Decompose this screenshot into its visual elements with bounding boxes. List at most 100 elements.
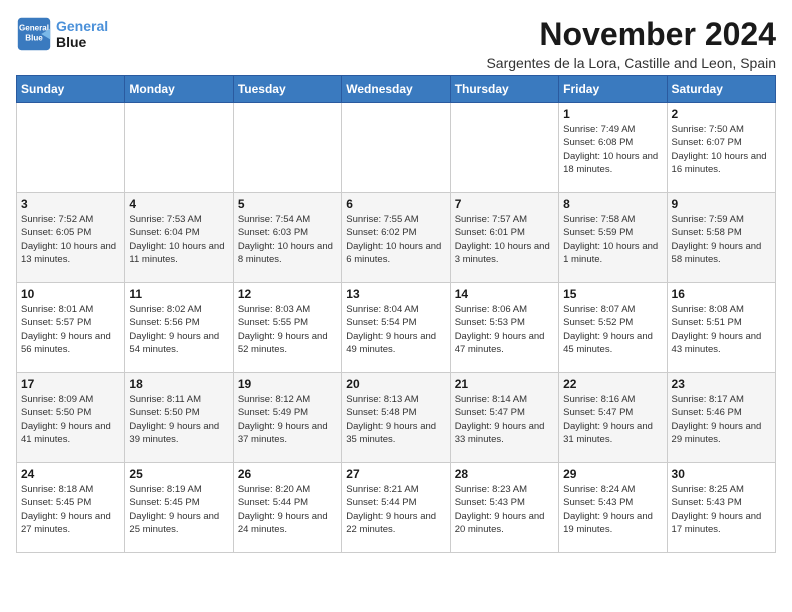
calendar-week-row: 24Sunrise: 8:18 AM Sunset: 5:45 PM Dayli… bbox=[17, 463, 776, 553]
day-info: Sunrise: 8:08 AM Sunset: 5:51 PM Dayligh… bbox=[672, 303, 771, 356]
calendar-cell: 6 Sunrise: 7:55 AM Sunset: 6:02 PM Daylig… bbox=[342, 193, 450, 283]
day-info: Sunrise: 8:01 AM Sunset: 5:57 PM Dayligh… bbox=[21, 303, 120, 356]
day-number: 26 bbox=[238, 467, 337, 481]
calendar-cell: 5 Sunrise: 7:54 AM Sunset: 6:03 PM Daylig… bbox=[233, 193, 341, 283]
calendar-cell: 4 Sunrise: 7:53 AM Sunset: 6:04 PM Daylig… bbox=[125, 193, 233, 283]
calendar-cell: 8 Sunrise: 7:58 AM Sunset: 5:59 PM Daylig… bbox=[559, 193, 667, 283]
day-info: Sunrise: 7:57 AM Sunset: 6:01 PM Dayligh… bbox=[455, 213, 554, 266]
calendar-cell bbox=[233, 103, 341, 193]
calendar-header-row: SundayMondayTuesdayWednesdayThursdayFrid… bbox=[17, 76, 776, 103]
calendar-cell: 20Sunrise: 8:13 AM Sunset: 5:48 PM Dayli… bbox=[342, 373, 450, 463]
day-info: Sunrise: 8:25 AM Sunset: 5:43 PM Dayligh… bbox=[672, 483, 771, 536]
day-number: 1 bbox=[563, 107, 662, 121]
day-number: 17 bbox=[21, 377, 120, 391]
day-number: 8 bbox=[563, 197, 662, 211]
calendar-cell: 21Sunrise: 8:14 AM Sunset: 5:47 PM Dayli… bbox=[450, 373, 558, 463]
day-number: 6 bbox=[346, 197, 445, 211]
location-subtitle: Sargentes de la Lora, Castille and Leon,… bbox=[486, 55, 776, 71]
day-number: 21 bbox=[455, 377, 554, 391]
calendar-cell: 17 Sunrise: 8:09 AM Sunset: 5:50 PM Dayli… bbox=[17, 373, 125, 463]
calendar-cell: 29 Sunrise: 8:24 AM Sunset: 5:43 PM Dayli… bbox=[559, 463, 667, 553]
day-info: Sunrise: 8:21 AM Sunset: 5:44 PM Dayligh… bbox=[346, 483, 445, 536]
calendar-cell: 25 Sunrise: 8:19 AM Sunset: 5:45 PM Dayli… bbox=[125, 463, 233, 553]
weekday-header: Saturday bbox=[667, 76, 775, 103]
calendar-cell: 24Sunrise: 8:18 AM Sunset: 5:45 PM Dayli… bbox=[17, 463, 125, 553]
title-area: November 2024 Sargentes de la Lora, Cast… bbox=[486, 16, 776, 71]
calendar-cell: 7 Sunrise: 7:57 AM Sunset: 6:01 PM Daylig… bbox=[450, 193, 558, 283]
calendar-cell: 13Sunrise: 8:04 AM Sunset: 5:54 PM Dayli… bbox=[342, 283, 450, 373]
day-number: 7 bbox=[455, 197, 554, 211]
calendar-cell: 2Sunrise: 7:50 AM Sunset: 6:07 PM Daylig… bbox=[667, 103, 775, 193]
calendar-cell bbox=[125, 103, 233, 193]
calendar-cell: 3Sunrise: 7:52 AM Sunset: 6:05 PM Daylig… bbox=[17, 193, 125, 283]
day-info: Sunrise: 8:06 AM Sunset: 5:53 PM Dayligh… bbox=[455, 303, 554, 356]
day-number: 15 bbox=[563, 287, 662, 301]
weekday-header: Monday bbox=[125, 76, 233, 103]
day-number: 27 bbox=[346, 467, 445, 481]
day-number: 20 bbox=[346, 377, 445, 391]
day-info: Sunrise: 8:07 AM Sunset: 5:52 PM Dayligh… bbox=[563, 303, 662, 356]
day-number: 3 bbox=[21, 197, 120, 211]
calendar-week-row: 10Sunrise: 8:01 AM Sunset: 5:57 PM Dayli… bbox=[17, 283, 776, 373]
day-number: 18 bbox=[129, 377, 228, 391]
day-info: Sunrise: 8:16 AM Sunset: 5:47 PM Dayligh… bbox=[563, 393, 662, 446]
day-info: Sunrise: 8:03 AM Sunset: 5:55 PM Dayligh… bbox=[238, 303, 337, 356]
day-info: Sunrise: 8:09 AM Sunset: 5:50 PM Dayligh… bbox=[21, 393, 120, 446]
calendar-cell: 26 Sunrise: 8:20 AM Sunset: 5:44 PM Dayli… bbox=[233, 463, 341, 553]
calendar-cell: 1Sunrise: 7:49 AM Sunset: 6:08 PM Daylig… bbox=[559, 103, 667, 193]
calendar-cell: 18 Sunrise: 8:11 AM Sunset: 5:50 PM Dayli… bbox=[125, 373, 233, 463]
day-number: 11 bbox=[129, 287, 228, 301]
day-info: Sunrise: 7:53 AM Sunset: 6:04 PM Dayligh… bbox=[129, 213, 228, 266]
calendar-cell bbox=[342, 103, 450, 193]
day-info: Sunrise: 7:58 AM Sunset: 5:59 PM Dayligh… bbox=[563, 213, 662, 266]
day-info: Sunrise: 7:55 AM Sunset: 6:02 PM Dayligh… bbox=[346, 213, 445, 266]
month-title: November 2024 bbox=[486, 16, 776, 53]
calendar-cell bbox=[17, 103, 125, 193]
calendar-cell: 10Sunrise: 8:01 AM Sunset: 5:57 PM Dayli… bbox=[17, 283, 125, 373]
weekday-header: Sunday bbox=[17, 76, 125, 103]
calendar-cell: 28Sunrise: 8:23 AM Sunset: 5:43 PM Dayli… bbox=[450, 463, 558, 553]
day-number: 12 bbox=[238, 287, 337, 301]
day-number: 28 bbox=[455, 467, 554, 481]
calendar-cell bbox=[450, 103, 558, 193]
calendar-cell: 27 Sunrise: 8:21 AM Sunset: 5:44 PM Dayli… bbox=[342, 463, 450, 553]
calendar-cell: 14 Sunrise: 8:06 AM Sunset: 5:53 PM Dayli… bbox=[450, 283, 558, 373]
day-number: 29 bbox=[563, 467, 662, 481]
calendar-cell: 15 Sunrise: 8:07 AM Sunset: 5:52 PM Dayli… bbox=[559, 283, 667, 373]
day-number: 5 bbox=[238, 197, 337, 211]
day-number: 22 bbox=[563, 377, 662, 391]
calendar-cell: 30 Sunrise: 8:25 AM Sunset: 5:43 PM Dayli… bbox=[667, 463, 775, 553]
calendar-cell: 11 Sunrise: 8:02 AM Sunset: 5:56 PM Dayli… bbox=[125, 283, 233, 373]
calendar-cell: 9Sunrise: 7:59 AM Sunset: 5:58 PM Daylig… bbox=[667, 193, 775, 283]
day-info: Sunrise: 8:02 AM Sunset: 5:56 PM Dayligh… bbox=[129, 303, 228, 356]
day-number: 14 bbox=[455, 287, 554, 301]
weekday-header: Tuesday bbox=[233, 76, 341, 103]
day-info: Sunrise: 8:11 AM Sunset: 5:50 PM Dayligh… bbox=[129, 393, 228, 446]
day-info: Sunrise: 8:12 AM Sunset: 5:49 PM Dayligh… bbox=[238, 393, 337, 446]
page-header: General Blue General Blue November 2024 … bbox=[16, 16, 776, 71]
day-number: 4 bbox=[129, 197, 228, 211]
logo-icon: General Blue bbox=[16, 16, 52, 52]
day-info: Sunrise: 8:18 AM Sunset: 5:45 PM Dayligh… bbox=[21, 483, 120, 536]
weekday-header: Thursday bbox=[450, 76, 558, 103]
calendar-cell: 23 Sunrise: 8:17 AM Sunset: 5:46 PM Dayli… bbox=[667, 373, 775, 463]
calendar-cell: 22 Sunrise: 8:16 AM Sunset: 5:47 PM Dayli… bbox=[559, 373, 667, 463]
day-number: 30 bbox=[672, 467, 771, 481]
weekday-header: Wednesday bbox=[342, 76, 450, 103]
svg-text:General: General bbox=[19, 23, 49, 32]
weekday-header: Friday bbox=[559, 76, 667, 103]
day-info: Sunrise: 8:19 AM Sunset: 5:45 PM Dayligh… bbox=[129, 483, 228, 536]
calendar-cell: 19Sunrise: 8:12 AM Sunset: 5:49 PM Dayli… bbox=[233, 373, 341, 463]
calendar-body: 1Sunrise: 7:49 AM Sunset: 6:08 PM Daylig… bbox=[17, 103, 776, 553]
day-info: Sunrise: 7:59 AM Sunset: 5:58 PM Dayligh… bbox=[672, 213, 771, 266]
calendar-cell: 12 Sunrise: 8:03 AM Sunset: 5:55 PM Dayli… bbox=[233, 283, 341, 373]
day-info: Sunrise: 8:24 AM Sunset: 5:43 PM Dayligh… bbox=[563, 483, 662, 536]
day-number: 25 bbox=[129, 467, 228, 481]
calendar-week-row: 3Sunrise: 7:52 AM Sunset: 6:05 PM Daylig… bbox=[17, 193, 776, 283]
day-number: 23 bbox=[672, 377, 771, 391]
logo: General Blue General Blue bbox=[16, 16, 108, 52]
day-info: Sunrise: 8:20 AM Sunset: 5:44 PM Dayligh… bbox=[238, 483, 337, 536]
calendar-week-row: 17 Sunrise: 8:09 AM Sunset: 5:50 PM Dayli… bbox=[17, 373, 776, 463]
day-info: Sunrise: 7:54 AM Sunset: 6:03 PM Dayligh… bbox=[238, 213, 337, 266]
day-info: Sunrise: 8:17 AM Sunset: 5:46 PM Dayligh… bbox=[672, 393, 771, 446]
